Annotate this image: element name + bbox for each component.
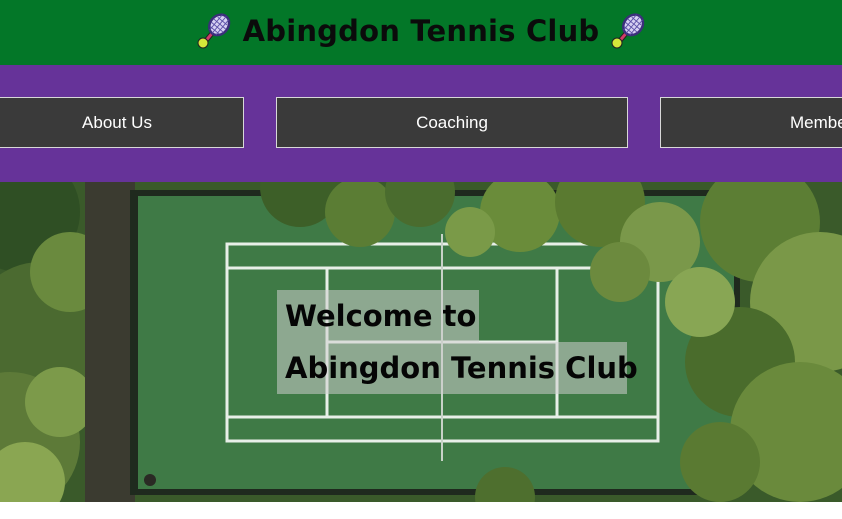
- page-bottom-strip: [0, 502, 842, 519]
- nav-item-label: Membe: [790, 112, 842, 132]
- nav-item-about-us[interactable]: About Us: [0, 97, 244, 148]
- nav-item-label: About Us: [82, 112, 152, 132]
- page: Abingdon Tennis Club About Us Coaching M…: [0, 0, 842, 519]
- nav-item-membership[interactable]: Membe: [660, 97, 842, 148]
- welcome-heading-line-1: Welcome to: [277, 290, 479, 342]
- tennis-racket-icon: [195, 12, 233, 50]
- hero-image: Welcome to Abingdon Tennis Club: [0, 182, 842, 502]
- title-banner: Abingdon Tennis Club: [0, 0, 842, 65]
- site-title: Abingdon Tennis Club: [242, 14, 600, 48]
- welcome-heading-line-2: Abingdon Tennis Club: [277, 342, 638, 394]
- title-row: Abingdon Tennis Club: [0, 0, 842, 62]
- nav-bar: About Us Coaching Membe: [0, 65, 842, 182]
- nav-item-label: Coaching: [416, 112, 488, 132]
- tennis-racket-icon: [609, 12, 647, 50]
- nav-item-coaching[interactable]: Coaching: [276, 97, 628, 148]
